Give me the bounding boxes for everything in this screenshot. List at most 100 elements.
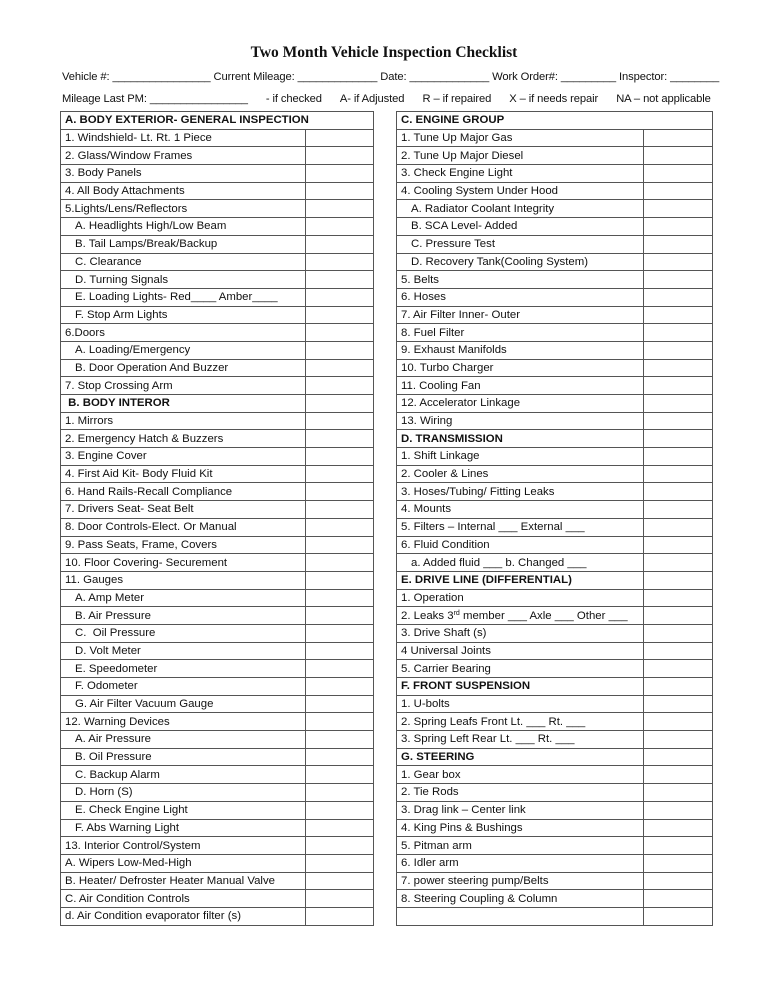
check-cell[interactable] (305, 287, 374, 307)
check-cell[interactable] (305, 128, 374, 148)
check-cell[interactable] (642, 641, 714, 661)
check-cell[interactable] (642, 712, 714, 732)
check-cell[interactable] (305, 199, 374, 219)
check-cell[interactable] (305, 800, 374, 820)
check-cell[interactable] (305, 482, 374, 502)
check-cell[interactable] (305, 606, 374, 625)
check-cell[interactable] (305, 588, 374, 608)
check-cell[interactable] (642, 429, 714, 449)
check-cell[interactable] (642, 694, 714, 714)
check-cell[interactable] (305, 623, 374, 643)
check-cell[interactable] (305, 694, 374, 714)
mileage-last-pm-field[interactable]: ________________ (150, 93, 248, 105)
check-cell[interactable] (642, 500, 714, 519)
check-cell[interactable] (305, 146, 374, 166)
check-cell[interactable] (305, 217, 374, 236)
check-cell[interactable] (642, 447, 714, 466)
check-cell[interactable] (642, 606, 714, 625)
check-cell[interactable] (305, 730, 374, 749)
checklist-row: 1. Shift Linkage (396, 447, 714, 466)
vehicle-number-field[interactable]: ________________ (113, 71, 211, 83)
check-cell[interactable] (642, 146, 714, 166)
check-cell[interactable] (305, 677, 374, 696)
work-order-field[interactable]: _________ (561, 71, 616, 83)
check-cell[interactable] (305, 429, 374, 449)
check-cell[interactable] (642, 730, 714, 749)
check-cell[interactable] (642, 270, 714, 289)
check-cell[interactable] (305, 871, 374, 891)
check-cell[interactable] (642, 217, 714, 236)
check-cell[interactable] (305, 818, 374, 838)
check-cell[interactable] (642, 677, 714, 696)
check-cell[interactable] (642, 747, 714, 767)
check-cell[interactable] (642, 818, 714, 838)
check-cell[interactable] (305, 252, 374, 272)
check-cell[interactable] (642, 252, 714, 272)
date-field[interactable]: _____________ (410, 71, 490, 83)
checklist-row: D. Horn (S) (60, 783, 374, 802)
check-cell[interactable] (642, 871, 714, 891)
check-cell[interactable] (642, 164, 714, 183)
check-cell[interactable] (642, 287, 714, 307)
check-cell[interactable] (642, 553, 714, 572)
check-cell[interactable] (305, 376, 374, 395)
check-cell[interactable] (305, 340, 374, 360)
check-cell[interactable] (305, 853, 374, 873)
check-cell[interactable] (642, 376, 714, 395)
inspector-field[interactable]: ________ (670, 71, 719, 83)
check-cell[interactable] (642, 765, 714, 785)
check-cell[interactable] (305, 535, 374, 555)
check-cell[interactable] (642, 305, 714, 325)
current-mileage-field[interactable]: _____________ (298, 71, 378, 83)
check-cell[interactable] (305, 517, 374, 537)
check-cell[interactable] (642, 234, 714, 254)
check-cell[interactable] (642, 889, 714, 908)
check-cell[interactable] (305, 270, 374, 289)
check-cell[interactable] (642, 128, 714, 148)
check-cell[interactable] (305, 765, 374, 785)
check-cell[interactable] (642, 323, 714, 342)
check-cell[interactable] (305, 411, 374, 431)
check-cell[interactable] (305, 323, 374, 342)
check-cell[interactable] (305, 394, 374, 413)
check-cell[interactable] (305, 164, 374, 183)
check-cell[interactable] (642, 783, 714, 802)
check-cell[interactable] (305, 234, 374, 254)
check-cell[interactable] (642, 358, 714, 378)
check-cell[interactable] (305, 181, 374, 201)
check-cell[interactable] (305, 659, 374, 678)
check-cell[interactable] (642, 181, 714, 201)
check-cell[interactable] (642, 535, 714, 555)
check-cell[interactable] (642, 836, 714, 855)
check-cell[interactable] (305, 889, 374, 908)
check-cell[interactable] (642, 906, 714, 926)
check-cell[interactable] (305, 570, 374, 590)
check-cell[interactable] (305, 305, 374, 325)
check-cell[interactable] (305, 464, 374, 484)
check-cell[interactable] (305, 447, 374, 466)
check-cell[interactable] (642, 340, 714, 360)
check-cell[interactable] (642, 588, 714, 608)
check-cell[interactable] (642, 411, 714, 431)
check-cell[interactable] (642, 659, 714, 678)
check-cell[interactable] (642, 199, 714, 219)
check-cell[interactable] (305, 358, 374, 378)
check-cell[interactable] (305, 836, 374, 855)
check-cell[interactable] (305, 906, 374, 926)
check-cell[interactable] (642, 482, 714, 502)
check-cell[interactable] (642, 394, 714, 413)
check-cell[interactable] (642, 623, 714, 643)
check-cell[interactable] (642, 570, 714, 590)
check-cell[interactable] (305, 641, 374, 661)
check-cell[interactable] (305, 553, 374, 572)
mileage-last-pm-label: Mileage Last PM: (62, 93, 147, 105)
check-cell[interactable] (305, 500, 374, 519)
check-cell[interactable] (305, 783, 374, 802)
check-cell[interactable] (642, 464, 714, 484)
item-label: 4. Mounts (396, 500, 644, 519)
check-cell[interactable] (642, 853, 714, 873)
check-cell[interactable] (642, 517, 714, 537)
check-cell[interactable] (642, 800, 714, 820)
check-cell[interactable] (305, 712, 374, 732)
check-cell[interactable] (305, 747, 374, 767)
